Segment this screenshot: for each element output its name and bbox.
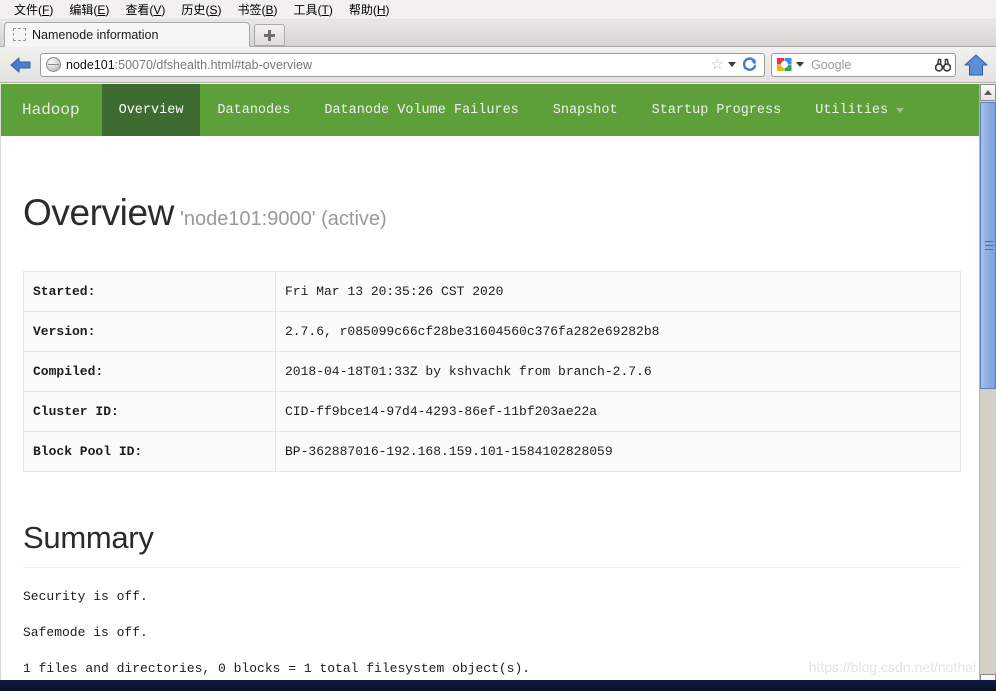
menu-item-file-label: 文件 xyxy=(14,2,39,17)
hadoop-brand[interactable]: Hadoop xyxy=(1,84,102,136)
nav-item-datanodes-label: Datanodes xyxy=(217,102,291,118)
address-host: node101 xyxy=(66,57,115,72)
menu-item-history-accesskey: S xyxy=(209,2,218,17)
table-cell-key: Compiled: xyxy=(23,351,276,392)
table-row: Version: 2.7.6, r085099c66cf28be31604560… xyxy=(23,311,961,352)
search-input[interactable]: Google xyxy=(811,58,935,72)
tab-namenode-information[interactable]: Namenode information xyxy=(4,22,250,47)
overview-table: Started: Fri Mar 13 20:35:26 CST 2020 Ve… xyxy=(23,271,961,472)
scrollbar-thumb[interactable] xyxy=(980,102,996,389)
table-cell-value: 2018-04-18T01:33Z by kshvachk from branc… xyxy=(275,351,961,392)
chevron-down-icon[interactable] xyxy=(728,62,736,67)
home-button[interactable] xyxy=(962,51,990,79)
back-button[interactable] xyxy=(6,51,36,79)
google-logo-icon xyxy=(777,58,792,71)
vertical-scrollbar[interactable] xyxy=(979,84,996,691)
reload-icon xyxy=(743,57,757,71)
scrollbar-grip-icon xyxy=(985,241,993,253)
summary-line-objects: 1 files and directories, 0 blocks = 1 to… xyxy=(23,661,531,676)
nav-item-snapshot[interactable]: Snapshot xyxy=(536,84,635,136)
page-viewport: Hadoop Overview Datanodes Datanode Volum… xyxy=(0,84,996,691)
navigation-toolbar: node101:50070/dfshealth.html#tab-overvie… xyxy=(0,47,996,83)
menu-item-view[interactable]: 查看(V) xyxy=(117,0,173,20)
new-tab-button[interactable] xyxy=(254,24,285,46)
hadoop-navbar: Hadoop Overview Datanodes Datanode Volum… xyxy=(1,84,979,136)
table-cell-value: Fri Mar 13 20:35:26 CST 2020 xyxy=(275,271,961,312)
menu-item-bookmarks-accesskey: B xyxy=(265,2,274,17)
address-path: :50070/dfshealth.html#tab-overview xyxy=(114,57,313,72)
menu-item-help-label: 帮助 xyxy=(348,2,373,17)
table-cell-key: Started: xyxy=(23,271,276,312)
table-cell-value: CID-ff9bce14-97d4-4293-86ef-11bf203ae22a xyxy=(275,391,961,432)
table-cell-value: 2.7.6, r085099c66cf28be31604560c376fa282… xyxy=(275,311,961,352)
page-title-subtitle: 'node101:9000' (active) xyxy=(180,208,387,230)
reload-button[interactable] xyxy=(741,56,758,73)
hadoop-page: Hadoop Overview Datanodes Datanode Volum… xyxy=(0,84,979,691)
menu-item-view-label: 查看 xyxy=(125,2,150,17)
menu-item-help-accesskey: H xyxy=(376,2,386,17)
nav-item-startup-progress[interactable]: Startup Progress xyxy=(635,84,799,136)
summary-heading: Summary xyxy=(23,520,154,555)
summary-line-security: Security is off. xyxy=(23,589,148,604)
page-title-main: Overview xyxy=(23,192,174,233)
menu-item-bookmarks-label: 书签 xyxy=(237,2,262,17)
address-bar[interactable]: node101:50070/dfshealth.html#tab-overvie… xyxy=(40,52,765,77)
search-engine-chevron-down-icon[interactable] xyxy=(796,62,804,67)
globe-icon xyxy=(46,57,61,72)
nav-item-overview-label: Overview xyxy=(118,102,184,118)
bookmark-star-icon[interactable]: ☆ xyxy=(711,57,724,72)
table-cell-value: BP-362887016-192.168.159.101-15841028280… xyxy=(275,431,961,472)
tab-favicon-placeholder-icon xyxy=(13,28,26,41)
search-bar[interactable]: Google xyxy=(771,52,956,77)
nav-item-startup-progress-label: Startup Progress xyxy=(651,102,782,118)
nav-item-utilities-label: Utilities xyxy=(815,102,889,118)
tab-title: Namenode information xyxy=(32,27,159,42)
nav-item-datanodes[interactable]: Datanodes xyxy=(200,84,307,136)
menu-item-tools-accesskey: T xyxy=(321,2,329,17)
back-arrow-icon xyxy=(10,57,31,72)
binoculars-icon[interactable] xyxy=(935,58,951,72)
page-content: Overview 'node101:9000' (active) Started:… xyxy=(1,192,979,691)
nav-item-datanode-volume-failures-label: Datanode Volume Failures xyxy=(324,102,519,118)
address-bar-text: node101:50070/dfshealth.html#tab-overvie… xyxy=(66,58,710,72)
menu-item-edit-label: 编辑 xyxy=(69,2,94,17)
menu-item-history-label: 历史 xyxy=(181,2,206,17)
menu-item-tools-label: 工具 xyxy=(293,2,318,17)
menu-item-file-accesskey: F xyxy=(42,2,50,17)
menu-item-tools[interactable]: 工具(T) xyxy=(285,0,340,20)
page-title: Overview 'node101:9000' (active) xyxy=(23,192,957,234)
nav-item-overview[interactable]: Overview xyxy=(101,84,201,136)
table-cell-key: Cluster ID: xyxy=(23,391,276,432)
table-cell-key: Version: xyxy=(23,311,276,352)
table-row: Compiled: 2018-04-18T01:33Z by kshvachk … xyxy=(23,351,961,392)
summary-divider xyxy=(23,567,961,568)
desktop-taskbar xyxy=(0,680,996,691)
tab-strip: Namenode information xyxy=(0,20,996,47)
home-icon xyxy=(964,54,988,75)
nav-item-snapshot-label: Snapshot xyxy=(552,102,618,118)
menu-item-bookmarks[interactable]: 书签(B) xyxy=(229,0,285,20)
table-cell-key: Block Pool ID: xyxy=(23,431,276,472)
scroll-up-button[interactable] xyxy=(980,84,996,101)
browser-window: 文件(F) 编辑(E) 查看(V) 历史(S) 书签(B) 工具(T) 帮助(H… xyxy=(0,0,996,691)
table-row: Cluster ID: CID-ff9bce14-97d4-4293-86ef-… xyxy=(23,391,961,432)
menu-item-edit[interactable]: 编辑(E) xyxy=(61,0,117,20)
menu-item-history[interactable]: 历史(S) xyxy=(173,0,229,20)
menu-item-view-accesskey: V xyxy=(153,2,162,17)
nav-item-datanode-volume-failures[interactable]: Datanode Volume Failures xyxy=(307,84,535,136)
plus-icon xyxy=(264,29,275,41)
menu-item-edit-accesskey: E xyxy=(97,2,106,17)
table-row: Started: Fri Mar 13 20:35:26 CST 2020 xyxy=(23,271,961,312)
menu-item-help[interactable]: 帮助(H) xyxy=(341,0,398,20)
chevron-down-icon xyxy=(896,107,905,113)
table-row: Block Pool ID: BP-362887016-192.168.159.… xyxy=(23,431,961,472)
nav-item-utilities[interactable]: Utilities xyxy=(798,84,921,136)
summary-line-safemode: Safemode is off. xyxy=(23,625,148,640)
chevron-up-icon xyxy=(984,90,992,95)
menu-item-file[interactable]: 文件(F) xyxy=(6,0,61,20)
menu-bar: 文件(F) 编辑(E) 查看(V) 历史(S) 书签(B) 工具(T) 帮助(H… xyxy=(0,0,996,20)
